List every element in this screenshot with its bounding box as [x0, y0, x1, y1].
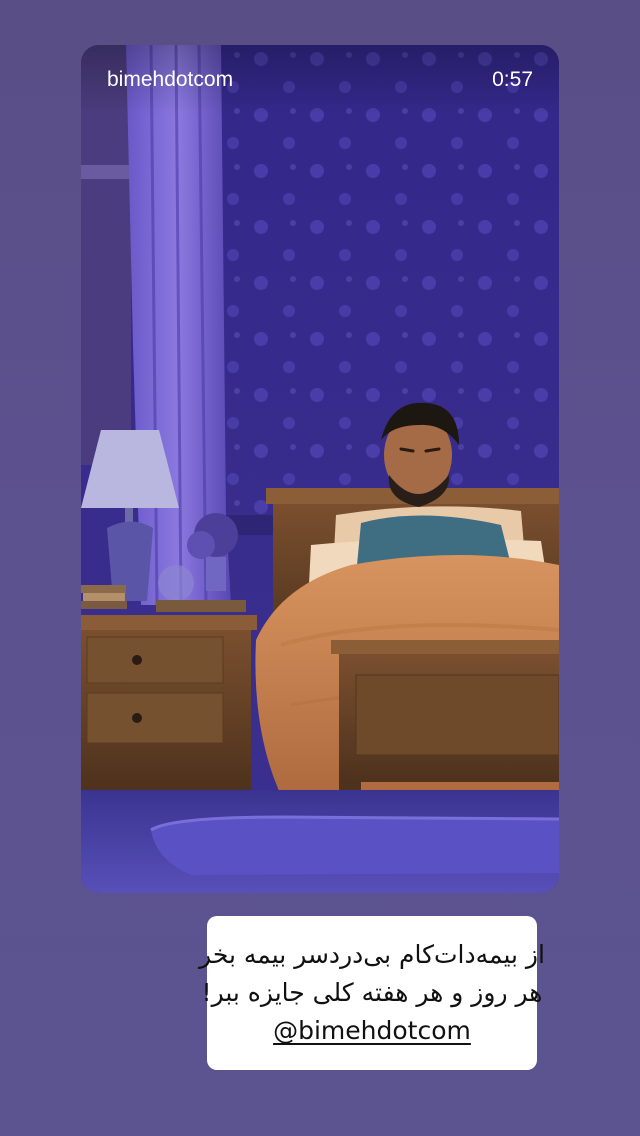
- caption-line-1: از بیمه‌دات‌کام بی‌دردسر بیمه بخر: [199, 940, 545, 969]
- account-name[interactable]: bimehdotcom: [107, 68, 233, 92]
- story-timer: 0:57: [492, 68, 533, 91]
- mention-link[interactable]: @bimehdotcom: [273, 1013, 471, 1049]
- bedroom-illustration: [81, 45, 559, 893]
- caption-line-2: هر روز و هر هفته کلی جایزه ببر!: [201, 978, 543, 1007]
- story-header: bimehdotcom 0:57: [81, 45, 559, 115]
- caption-sticker: از بیمه‌دات‌کام بی‌دردسر بیمه بخر هر روز…: [199, 916, 545, 1070]
- story-media-card[interactable]: bimehdotcom 0:57: [81, 45, 559, 893]
